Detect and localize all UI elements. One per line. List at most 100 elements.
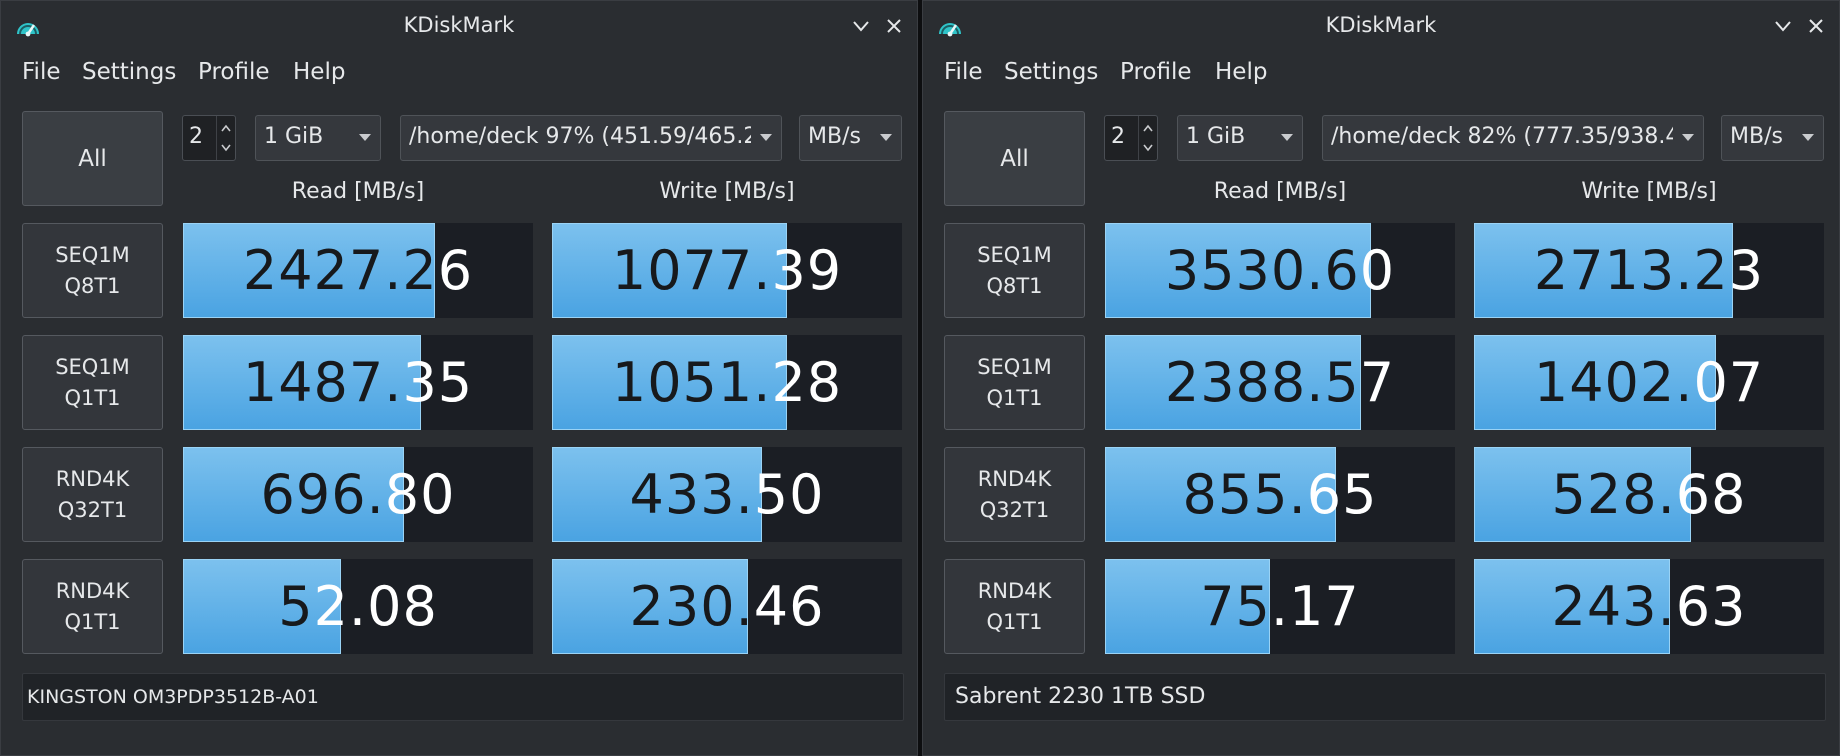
read-value: 855. 65 <box>1105 447 1455 542</box>
run-all-button[interactable]: All <box>22 111 163 206</box>
write-result-cell: 230. 46 <box>552 559 902 654</box>
write-value-off-bar: 07 <box>1693 351 1765 414</box>
run-all-button[interactable]: All <box>944 111 1085 206</box>
kdiskmark-window-left: KDiskMark File Settings Profile Help All… <box>0 0 918 756</box>
test-button-rnd4k-q32t1[interactable]: RND4K Q32T1 <box>22 447 163 542</box>
test-label-line2: Q8T1 <box>64 273 121 298</box>
menu-settings[interactable]: Settings <box>82 59 176 85</box>
menu-file[interactable]: File <box>22 59 61 85</box>
test-button-seq1m-q8t1[interactable]: SEQ1M Q8T1 <box>944 223 1085 318</box>
read-value: 1487. 35 <box>183 335 533 430</box>
menu-file[interactable]: File <box>944 59 983 85</box>
close-icon[interactable] <box>881 13 907 39</box>
read-value-on-bar: 2388.5 <box>1164 351 1360 414</box>
read-value-off-bar: 6 <box>437 239 474 302</box>
write-value-off-bar: 46 <box>753 575 825 638</box>
read-value-on-bar: 855. <box>1182 463 1307 526</box>
chevron-down-icon <box>871 116 901 160</box>
test-button-seq1m-q8t1[interactable]: SEQ1M Q8T1 <box>22 223 163 318</box>
test-label-line1: SEQ1M <box>55 242 130 267</box>
read-value: 3530.6 0 <box>1105 223 1455 318</box>
size-value: 1 GiB <box>1186 124 1246 149</box>
write-value: 2713.2 3 <box>1474 223 1824 318</box>
loops-spinbox[interactable]: 2 <box>1104 115 1158 161</box>
test-label-line1: RND4K <box>55 466 130 491</box>
path-value: /home/deck 82% (777.35/938.4 <box>1331 124 1680 149</box>
menu-bar: File Settings Profile Help <box>923 53 1839 93</box>
test-label-line1: RND4K <box>977 578 1052 603</box>
menu-settings[interactable]: Settings <box>1004 59 1098 85</box>
size-combo[interactable]: 1 GiB <box>255 115 381 161</box>
read-value: 5 2.08 <box>183 559 533 654</box>
unit-value: MB/s <box>1730 124 1783 149</box>
test-label-line2: Q1T1 <box>986 609 1043 634</box>
spin-arrows[interactable] <box>1138 116 1157 160</box>
write-result-cell: 433. 50 <box>552 447 902 542</box>
write-value-on-bar: 2713.2 <box>1533 239 1729 302</box>
test-label-line2: Q1T1 <box>64 609 121 634</box>
test-label-line2: Q32T1 <box>979 497 1050 522</box>
read-value-off-bar: 7 <box>1359 351 1396 414</box>
path-value: /home/deck 97% (451.59/465.2 <box>409 124 758 149</box>
read-value: 75.17 <box>1105 559 1455 654</box>
window-title: KDiskMark <box>403 13 515 37</box>
menu-help[interactable]: Help <box>293 59 345 85</box>
test-button-rnd4k-q32t1[interactable]: RND4K Q32T1 <box>944 447 1085 542</box>
size-value: 1 GiB <box>264 124 324 149</box>
device-name-field[interactable]: Sabrent 2230 1TB SSD <box>944 673 1826 721</box>
write-result-cell: 528. 68 <box>1474 447 1824 542</box>
read-result-cell: 5 2.08 <box>183 559 533 654</box>
menu-bar: File Settings Profile Help <box>1 53 917 93</box>
write-result-cell: 2713.2 3 <box>1474 223 1824 318</box>
spin-arrows[interactable] <box>216 116 235 160</box>
write-value-on-bar: 433. <box>629 463 754 526</box>
test-label-line2: Q8T1 <box>986 273 1043 298</box>
write-result-cell: 1402. 07 <box>1474 335 1824 430</box>
test-label-line2: Q1T1 <box>64 385 121 410</box>
write-value: 230. 46 <box>552 559 902 654</box>
read-value-on-bar: 1487. <box>242 351 403 414</box>
close-icon[interactable] <box>1803 13 1829 39</box>
test-button-rnd4k-q1t1[interactable]: RND4K Q1T1 <box>22 559 163 654</box>
menu-profile[interactable]: Profile <box>198 59 270 85</box>
minimize-icon[interactable] <box>848 13 874 39</box>
write-value: 528. 68 <box>1474 447 1824 542</box>
loops-value: 2 <box>1111 124 1125 149</box>
path-combo[interactable]: /home/deck 97% (451.59/465.2 <box>400 115 782 161</box>
read-value: 2388.5 7 <box>1105 335 1455 430</box>
device-name: KINGSTON OM3PDP3512B-A01 <box>27 686 319 708</box>
test-button-seq1m-q1t1[interactable]: SEQ1M Q1T1 <box>944 335 1085 430</box>
read-value-off-bar: 65 <box>1306 463 1378 526</box>
chevron-down-icon <box>1272 116 1302 160</box>
write-value-off-bar: 39 <box>771 239 843 302</box>
read-value-on-bar: 5 <box>278 575 314 638</box>
write-value-on-bar: 1402. <box>1533 351 1694 414</box>
size-combo[interactable]: 1 GiB <box>1177 115 1303 161</box>
loops-spinbox[interactable]: 2 <box>182 115 236 161</box>
kdiskmark-window-right: KDiskMark File Settings Profile Help All… <box>922 0 1840 756</box>
read-value-off-bar: 80 <box>384 463 456 526</box>
read-result-cell: 2427.2 6 <box>183 223 533 318</box>
unit-combo[interactable]: MB/s <box>799 115 902 161</box>
read-value-on-bar: 75 <box>1200 575 1271 638</box>
write-value-off-bar: 50 <box>753 463 825 526</box>
path-combo[interactable]: /home/deck 82% (777.35/938.4 <box>1322 115 1704 161</box>
write-result-cell: 1077. 39 <box>552 223 902 318</box>
test-label-line1: SEQ1M <box>977 242 1052 267</box>
test-button-rnd4k-q1t1[interactable]: RND4K Q1T1 <box>944 559 1085 654</box>
minimize-icon[interactable] <box>1770 13 1796 39</box>
read-result-cell: 75.17 <box>1105 559 1455 654</box>
read-value-off-bar: 2.08 <box>313 575 438 638</box>
write-value-on-bar: 1051. <box>611 351 772 414</box>
menu-profile[interactable]: Profile <box>1120 59 1192 85</box>
write-result-cell: 1051. 28 <box>552 335 902 430</box>
write-value: 1077. 39 <box>552 223 902 318</box>
read-value-off-bar: .17 <box>1270 575 1360 638</box>
menu-help[interactable]: Help <box>1215 59 1267 85</box>
read-header: Read [MB/s] <box>291 179 425 204</box>
write-value-on-bar: 528. <box>1551 463 1676 526</box>
write-value-on-bar: 243. <box>1551 575 1676 638</box>
unit-combo[interactable]: MB/s <box>1721 115 1824 161</box>
device-name-field[interactable]: KINGSTON OM3PDP3512B-A01 <box>22 673 904 721</box>
test-button-seq1m-q1t1[interactable]: SEQ1M Q1T1 <box>22 335 163 430</box>
